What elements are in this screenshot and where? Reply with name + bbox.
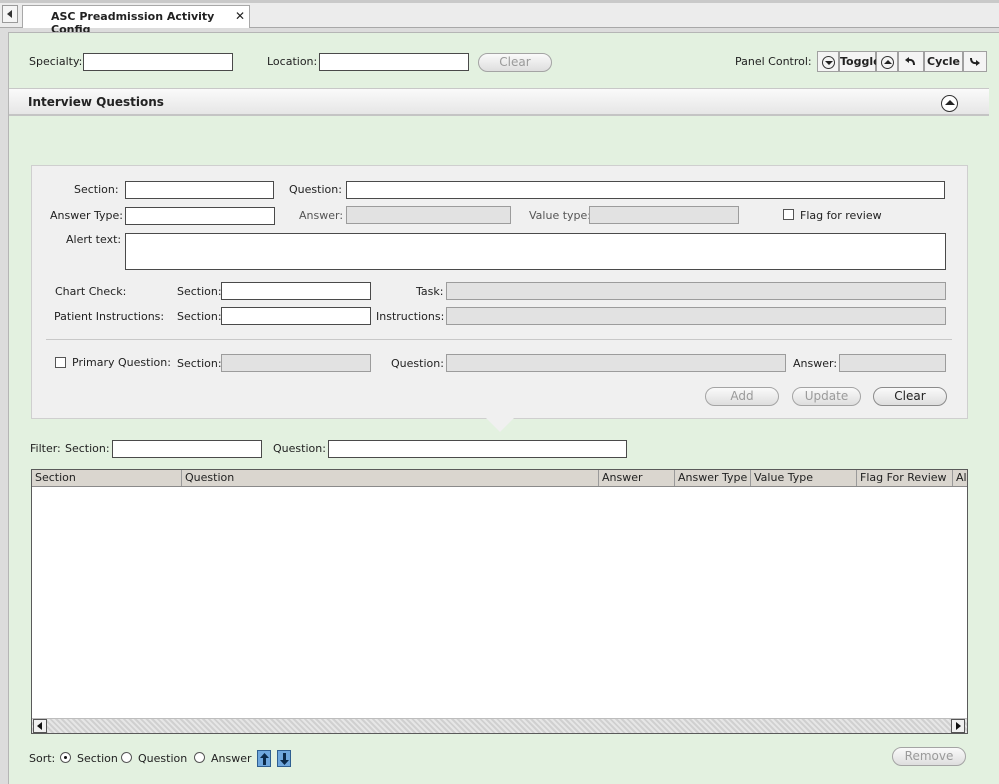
instructions-input bbox=[446, 307, 946, 325]
location-label: Location: bbox=[267, 55, 318, 68]
answer-type-input[interactable] bbox=[125, 207, 275, 225]
circle-up-icon bbox=[880, 55, 894, 69]
chart-check-section-label: Section: bbox=[177, 285, 222, 298]
task-label: Task: bbox=[416, 285, 444, 298]
primary-question-checkbox[interactable] bbox=[55, 357, 66, 368]
filter-section-label: Section: bbox=[65, 442, 110, 455]
tab-bar: ASC Preadmission Activity Config ✕ bbox=[0, 0, 999, 36]
column-header-question[interactable]: Question bbox=[182, 470, 599, 486]
filter-section-input[interactable] bbox=[112, 440, 262, 458]
alert-text-label: Alert text: bbox=[66, 233, 122, 246]
value-type-input bbox=[589, 206, 739, 224]
sort-radio-answer[interactable] bbox=[194, 752, 205, 763]
column-header-section[interactable]: Section bbox=[32, 470, 182, 486]
clear-filters-button[interactable]: Clear bbox=[478, 53, 552, 72]
patient-instructions-section-input[interactable] bbox=[221, 307, 371, 325]
filter-question-input[interactable] bbox=[328, 440, 627, 458]
sort-label: Sort: bbox=[29, 752, 56, 765]
update-button[interactable]: Update bbox=[792, 387, 861, 406]
tab-scroll-left-icon[interactable] bbox=[2, 5, 18, 23]
collapse-all-button[interactable] bbox=[817, 51, 839, 72]
primary-answer-input bbox=[839, 354, 946, 372]
column-header-flag-for-review[interactable]: Flag For Review bbox=[857, 470, 953, 486]
flag-for-review-checkbox[interactable] bbox=[783, 209, 794, 220]
column-header-answer-type[interactable]: Answer Type bbox=[675, 470, 751, 486]
answer-type-label: Answer Type: bbox=[50, 209, 123, 222]
filter-question-label: Question: bbox=[273, 442, 326, 455]
panel-pointer bbox=[486, 418, 514, 432]
scroll-right-icon[interactable] bbox=[951, 719, 965, 733]
primary-section-label: Section: bbox=[177, 357, 222, 370]
value-type-label: Value type: bbox=[529, 209, 591, 222]
sort-descending-button[interactable] bbox=[277, 750, 291, 767]
form-divider bbox=[46, 339, 952, 340]
redo-icon bbox=[970, 57, 980, 66]
answer-input bbox=[346, 206, 511, 224]
specialty-input[interactable] bbox=[83, 53, 233, 71]
remove-button[interactable]: Remove bbox=[892, 747, 966, 766]
instructions-label: Instructions: bbox=[376, 310, 445, 323]
primary-section-input bbox=[221, 354, 371, 372]
location-input[interactable] bbox=[319, 53, 469, 71]
toggle-button[interactable]: Toggle bbox=[839, 51, 881, 72]
expand-all-button[interactable] bbox=[876, 51, 898, 72]
sort-ascending-button[interactable] bbox=[257, 750, 271, 767]
filter-label: Filter: bbox=[30, 442, 61, 455]
question-input[interactable] bbox=[346, 181, 945, 199]
column-header-answer[interactable]: Answer bbox=[599, 470, 675, 486]
top-edge bbox=[0, 0, 999, 3]
alert-text-input[interactable] bbox=[125, 233, 946, 270]
sort-option-section: Section bbox=[77, 752, 118, 765]
add-button[interactable]: Add bbox=[705, 387, 779, 406]
section-input[interactable] bbox=[125, 181, 274, 199]
interview-questions-header: Interview Questions bbox=[9, 88, 989, 116]
chart-check-section-input[interactable] bbox=[221, 282, 371, 300]
specialty-label: Specialty: bbox=[29, 55, 83, 68]
undo-button[interactable] bbox=[898, 51, 924, 72]
grid-header: Section Question Answer Answer Type Valu… bbox=[32, 470, 967, 487]
collapse-section-icon[interactable] bbox=[941, 95, 958, 112]
horizontal-scrollbar[interactable] bbox=[32, 718, 967, 733]
panel-control-label: Panel Control: bbox=[735, 55, 812, 68]
sort-option-question: Question bbox=[138, 752, 188, 765]
clear-form-button[interactable]: Clear bbox=[873, 387, 947, 406]
sort-option-answer: Answer bbox=[211, 752, 252, 765]
primary-question-field-label: Question: bbox=[391, 357, 444, 370]
cycle-button[interactable]: Cycle bbox=[924, 51, 963, 72]
arrow-up-icon bbox=[260, 753, 269, 765]
sort-radio-question[interactable] bbox=[121, 752, 132, 763]
primary-question-label: Primary Question: bbox=[72, 356, 171, 369]
column-header-value-type[interactable]: Value Type bbox=[751, 470, 857, 486]
primary-question-input bbox=[446, 354, 786, 372]
close-icon[interactable]: ✕ bbox=[235, 9, 245, 23]
flag-for-review-label: Flag for review bbox=[800, 209, 882, 222]
chart-check-label: Chart Check: bbox=[55, 285, 127, 298]
answer-label: Answer: bbox=[299, 209, 344, 222]
tab-asc-preadmission[interactable]: ASC Preadmission Activity Config ✕ bbox=[22, 5, 250, 36]
task-input bbox=[446, 282, 946, 300]
primary-answer-label: Answer: bbox=[793, 357, 838, 370]
patient-instructions-label: Patient Instructions: bbox=[54, 310, 165, 323]
circle-down-icon bbox=[821, 55, 835, 69]
redo-button[interactable] bbox=[963, 51, 987, 72]
sort-radio-section[interactable] bbox=[60, 752, 71, 763]
scroll-left-icon[interactable] bbox=[33, 719, 47, 733]
column-header-alert[interactable]: Al bbox=[953, 470, 967, 486]
arrow-down-icon bbox=[280, 753, 289, 765]
section-title: Interview Questions bbox=[28, 95, 164, 109]
undo-icon bbox=[905, 57, 915, 66]
questions-grid[interactable]: Section Question Answer Answer Type Valu… bbox=[31, 469, 968, 734]
question-label: Question: bbox=[289, 183, 342, 196]
patient-instructions-section-label: Section: bbox=[177, 310, 222, 323]
section-label: Section: bbox=[74, 183, 119, 196]
